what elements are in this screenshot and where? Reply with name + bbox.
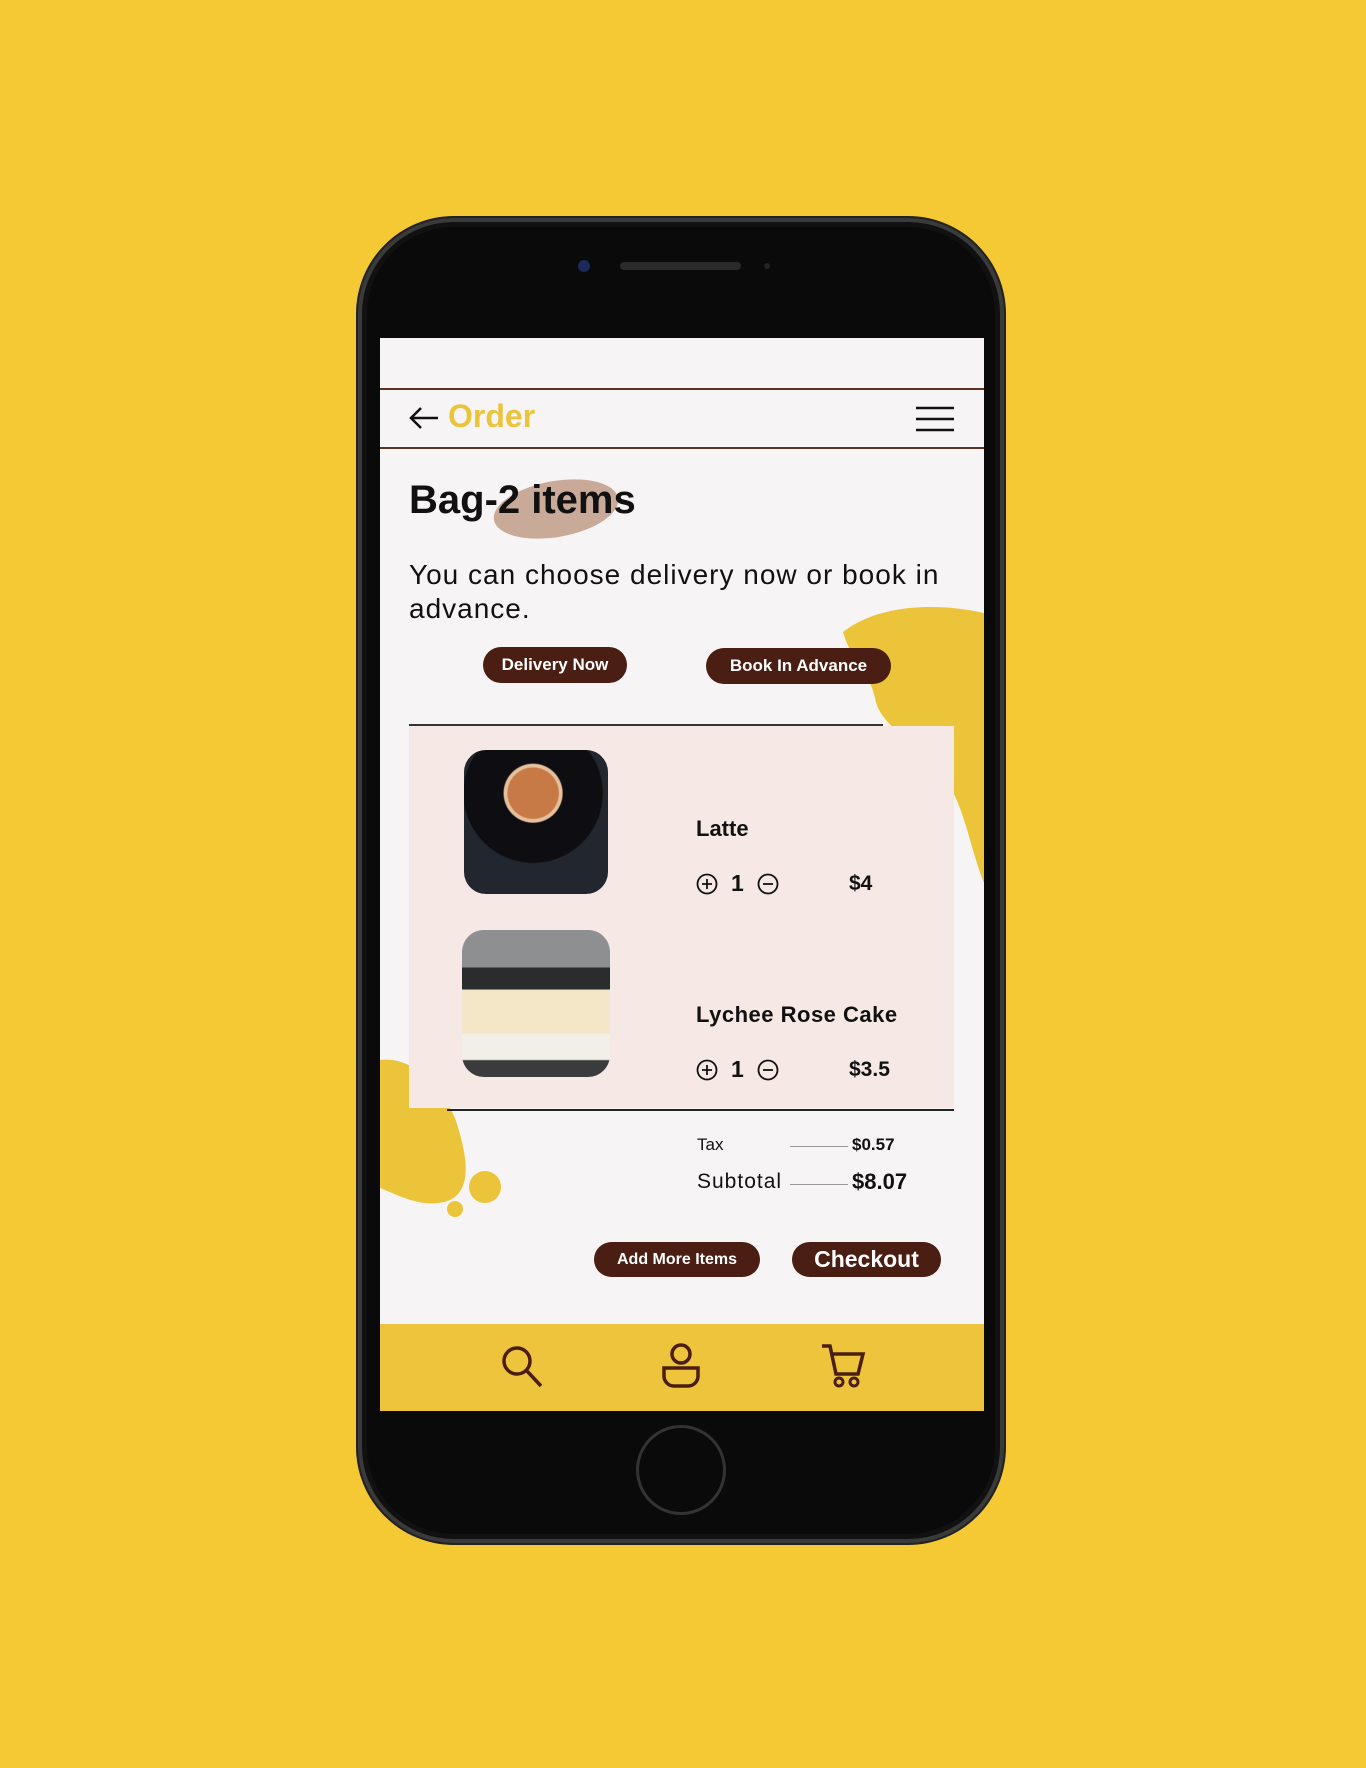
item-quantity: 1 — [731, 1056, 744, 1082]
divider — [447, 1109, 954, 1111]
item-price: $4 — [849, 872, 873, 895]
header-divider — [380, 447, 984, 449]
minus-circle-icon[interactable] — [757, 1059, 779, 1081]
item-quantity: 1 — [731, 870, 744, 896]
speaker-grille — [620, 262, 741, 270]
bag-description: You can choose delivery now or book in a… — [409, 559, 940, 624]
minus-circle-icon[interactable] — [757, 873, 779, 895]
book-in-advance-button[interactable]: Book In Advance — [706, 648, 891, 684]
subtotal-label: Subtotal — [697, 1170, 783, 1193]
tax-value: $0.57 — [852, 1135, 895, 1154]
camera-icon — [578, 260, 590, 272]
sensor — [764, 263, 770, 269]
latte-photo — [464, 750, 608, 894]
item-name: Latte — [696, 816, 749, 841]
item-price: $3.5 — [849, 1058, 890, 1081]
blob-dot — [469, 1171, 501, 1203]
home-button[interactable] — [636, 1425, 726, 1515]
tax-label: Tax — [697, 1135, 724, 1154]
hamburger-menu-icon[interactable] — [916, 406, 954, 432]
cake-photo — [462, 930, 610, 1077]
cart-icon[interactable] — [820, 1342, 866, 1390]
plus-circle-icon[interactable] — [696, 1059, 718, 1081]
bottom-tab-bar — [380, 1324, 984, 1411]
header-divider — [380, 388, 984, 390]
checkout-button[interactable]: Checkout — [792, 1242, 941, 1277]
add-more-items-button[interactable]: Add More Items — [594, 1242, 760, 1277]
search-icon[interactable] — [500, 1344, 544, 1390]
delivery-now-button[interactable]: Delivery Now — [483, 647, 627, 683]
user-icon[interactable] — [661, 1342, 701, 1390]
plus-circle-icon[interactable] — [696, 873, 718, 895]
blob-dot — [447, 1201, 463, 1217]
bag-title: Bag-2 items — [409, 478, 636, 522]
app-screen: Order Bag-2 items You can choose deliver… — [380, 338, 984, 1411]
divider — [409, 724, 883, 726]
subtotal-value: $8.07 — [852, 1169, 908, 1194]
page-title: Order — [448, 398, 536, 434]
arrow-left-icon[interactable] — [408, 406, 440, 430]
leader-line — [790, 1184, 848, 1185]
item-name: Lychee Rose Cake — [696, 1002, 898, 1027]
leader-line — [790, 1146, 848, 1147]
